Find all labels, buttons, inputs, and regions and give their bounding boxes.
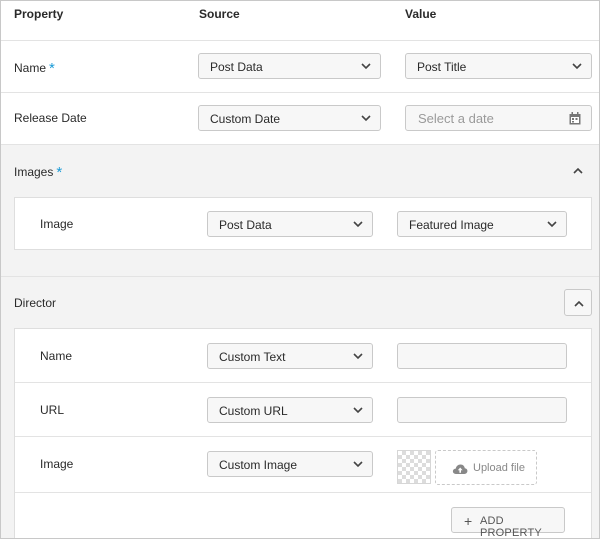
director-row-image: Image Custom Image Upload file xyxy=(15,437,591,493)
source-select[interactable]: Custom Text xyxy=(207,343,373,369)
required-asterisk: * xyxy=(56,164,63,181)
upload-cloud-icon xyxy=(452,464,468,474)
value-select-value: Featured Image xyxy=(409,218,494,232)
source-select-value: Custom Image xyxy=(219,458,298,472)
source-select[interactable]: Post Data xyxy=(198,53,381,79)
upload-file-button[interactable]: Upload file xyxy=(435,450,537,485)
chevron-up-icon xyxy=(573,167,583,174)
collapse-images-button[interactable] xyxy=(564,157,592,184)
property-label: URL xyxy=(40,403,65,417)
chevron-down-icon xyxy=(361,115,371,122)
director-section: Director Name Custom Text URL Custom URL xyxy=(1,277,599,538)
value-select-value: Post Title xyxy=(417,60,467,74)
chevron-down-icon xyxy=(361,63,371,70)
source-select[interactable]: Custom Date xyxy=(198,105,381,131)
source-select-value: Custom URL xyxy=(219,404,288,418)
property-label: Image xyxy=(40,457,74,471)
section-label: Images * xyxy=(14,164,63,181)
url-value-input[interactable] xyxy=(397,397,567,423)
source-select[interactable]: Post Data xyxy=(207,211,373,237)
image-preview-placeholder xyxy=(397,450,431,484)
table-header: Property Source Value xyxy=(1,1,599,41)
chevron-up-icon xyxy=(574,300,584,307)
chevron-down-icon xyxy=(572,63,582,70)
property-mapping-panel: Property Source Value Name * Post Data Po… xyxy=(0,0,600,539)
chevron-down-icon xyxy=(353,221,363,228)
director-items: Name Custom Text URL Custom URL Image Cu… xyxy=(14,328,592,538)
collapse-director-button[interactable] xyxy=(564,289,592,316)
property-row-name: Name * Post Data Post Title xyxy=(1,41,599,93)
source-select-value: Custom Date xyxy=(210,112,281,126)
header-source: Source xyxy=(199,7,240,21)
chevron-down-icon xyxy=(547,221,557,228)
section-label: Director xyxy=(14,296,57,310)
upload-file-label: Upload file xyxy=(473,462,525,474)
plus-icon: + xyxy=(464,513,473,529)
source-select-value: Post Data xyxy=(219,218,272,232)
add-property-button[interactable]: + ADD PROPERTY xyxy=(451,507,565,538)
property-label: Name * xyxy=(14,60,55,77)
text-value-input[interactable] xyxy=(397,343,567,369)
property-label: Image xyxy=(40,217,74,231)
director-row-url: URL Custom URL xyxy=(15,383,591,437)
value-select[interactable]: Featured Image xyxy=(397,211,567,237)
images-section: Images * Image Post Data Featured Image xyxy=(1,145,599,277)
chevron-down-icon xyxy=(353,353,363,360)
calendar-icon[interactable] xyxy=(569,112,581,125)
images-item: Image Post Data Featured Image xyxy=(14,197,592,250)
chevron-down-icon xyxy=(353,461,363,468)
header-value: Value xyxy=(405,7,437,21)
source-select[interactable]: Custom URL xyxy=(207,397,373,423)
director-row-name: Name Custom Text xyxy=(15,329,591,383)
chevron-down-icon xyxy=(353,407,363,414)
property-label: Release Date xyxy=(14,111,87,125)
date-picker-input[interactable]: Select a date xyxy=(405,105,592,131)
property-label: Name xyxy=(40,349,73,363)
value-select[interactable]: Post Title xyxy=(405,53,592,79)
add-property-label: ADD PROPERTY xyxy=(480,515,542,539)
required-asterisk: * xyxy=(49,60,55,77)
header-property: Property xyxy=(14,7,64,21)
property-row-release-date: Release Date Custom Date Select a date xyxy=(1,93,599,145)
source-select-value: Custom Text xyxy=(219,350,286,364)
source-select[interactable]: Custom Image xyxy=(207,451,373,477)
source-select-value: Post Data xyxy=(210,60,263,74)
date-placeholder: Select a date xyxy=(418,111,494,126)
